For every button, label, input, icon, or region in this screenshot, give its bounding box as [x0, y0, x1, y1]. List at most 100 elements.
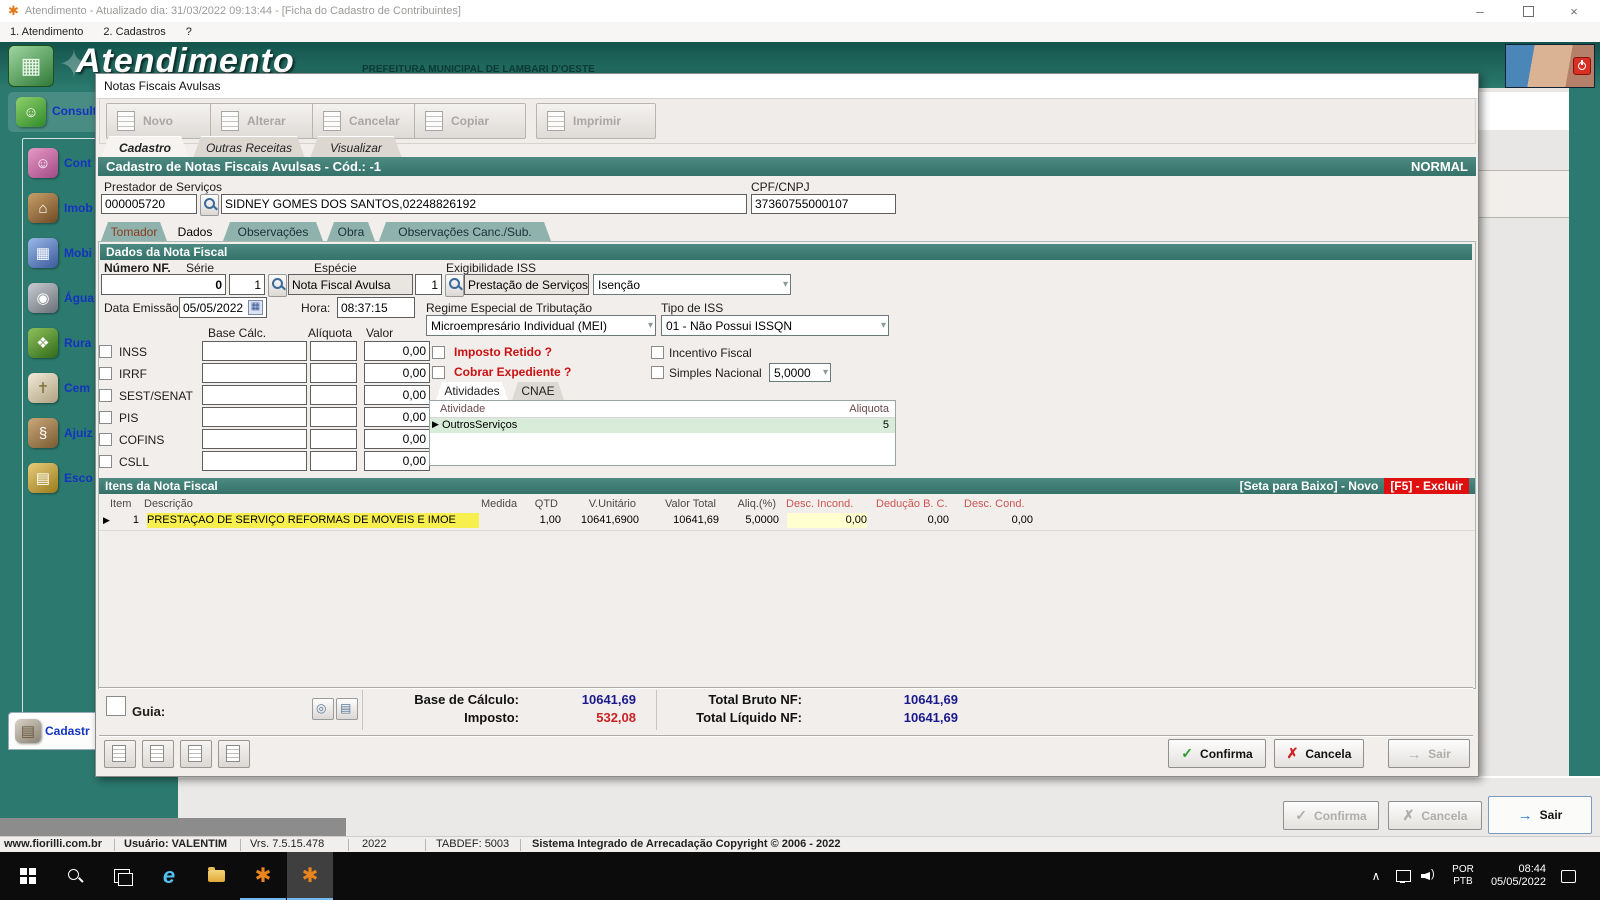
cobrar-expediente-checkbox[interactable] [432, 366, 445, 379]
dropdown-value: Microempresário Individual (MEI) [431, 318, 608, 333]
tab-outras-receitas[interactable]: Outras Receitas [193, 136, 305, 158]
subtab-observacoes[interactable]: Observações [223, 222, 323, 241]
irrf-checkbox[interactable] [99, 367, 112, 380]
power-icon[interactable] [1573, 57, 1591, 75]
inss-aliquota-input[interactable] [310, 341, 357, 361]
sair-button[interactable]: → Sair [1388, 739, 1470, 768]
prestador-code-input[interactable]: 000005720 [101, 194, 197, 214]
parent-sair-button[interactable]: → Sair [1488, 796, 1592, 834]
internet-explorer-button[interactable]: e [146, 852, 192, 900]
irrf-base-input[interactable] [202, 363, 307, 383]
pis-base-input[interactable] [202, 407, 307, 427]
pis-aliquota-input[interactable] [310, 407, 357, 427]
tab-cnae[interactable]: CNAE [512, 382, 564, 400]
serie-search-button[interactable] [268, 274, 287, 297]
notification-icon [1560, 869, 1576, 883]
incentivo-label: Incentivo Fiscal [669, 346, 752, 360]
item-row[interactable]: ▶ 1 PRESTAÇAO DE SERVIÇO REFORMAS DE MOV… [99, 512, 1475, 531]
prestador-name-input[interactable]: SIDNEY GOMES DOS SANTOS,02248826192 [221, 194, 747, 214]
parent-cancela-button[interactable]: ✗ Cancela [1388, 801, 1482, 830]
alterar-button[interactable]: Alterar [210, 103, 324, 139]
simples-valor-dropdown[interactable]: 5,0000 ▾ [769, 363, 831, 382]
prestador-search-button[interactable] [200, 194, 219, 216]
taskbar-search-button[interactable] [52, 852, 98, 900]
minimize-button[interactable]: – [1458, 0, 1502, 22]
volume-tray-button[interactable] [1416, 852, 1444, 900]
serie-input[interactable]: 1 [229, 274, 265, 295]
close-button[interactable]: × [1552, 0, 1596, 22]
sest-valor-input[interactable]: 0,00 [364, 385, 430, 405]
cofins-checkbox[interactable] [99, 433, 112, 446]
guia-zoom-button[interactable]: ◎ [312, 698, 334, 720]
exigibilidade-dropdown[interactable]: Isenção ▾ [593, 274, 791, 295]
cpf-input[interactable]: 37360755000107 [751, 194, 896, 214]
record-nav-button-1[interactable] [104, 740, 136, 768]
language-indicator[interactable]: POR PTB [1446, 852, 1480, 900]
especie-input[interactable]: 1 [415, 274, 442, 295]
cofins-valor-input[interactable]: 0,00 [364, 429, 430, 449]
menu-item-help[interactable]: ? [176, 26, 202, 38]
csll-aliquota-input[interactable] [310, 451, 357, 471]
cancelar-button[interactable]: Cancelar [312, 103, 430, 139]
network-tray-button[interactable] [1390, 852, 1416, 900]
menu-item-atendimento[interactable]: 1. Atendimento [0, 26, 93, 38]
cancela-button[interactable]: ✗ Cancela [1274, 739, 1364, 768]
check-icon: ✓ [1181, 745, 1194, 761]
sest-base-input[interactable] [202, 385, 307, 405]
imposto-retido-checkbox[interactable] [432, 346, 445, 359]
tab-visualizar[interactable]: Visualizar [310, 136, 402, 158]
data-emissao-input[interactable]: 05/05/2022 ▦ [179, 297, 267, 318]
internet-explorer-icon: e [162, 863, 176, 888]
maximize-button[interactable] [1506, 0, 1550, 22]
guia-print-button[interactable]: ▤ [336, 698, 358, 720]
cofins-aliquota-input[interactable] [310, 429, 357, 449]
csll-checkbox[interactable] [99, 455, 112, 468]
especie-label: Espécie [314, 261, 357, 275]
irrf-aliquota-input[interactable] [310, 363, 357, 383]
file-explorer-button[interactable] [193, 852, 239, 900]
clock[interactable]: 08:44 05/05/2022 [1482, 852, 1546, 900]
csll-base-input[interactable] [202, 451, 307, 471]
calendar-icon[interactable]: ▦ [248, 300, 263, 315]
hora-input[interactable]: 08:37:15 [337, 297, 415, 318]
record-nav-button-3[interactable] [180, 740, 212, 768]
tipo-iss-dropdown[interactable]: 01 - Não Possui ISSQN ▾ [661, 315, 889, 336]
incentivo-checkbox[interactable] [651, 346, 664, 359]
sest-aliquota-input[interactable] [310, 385, 357, 405]
copiar-button[interactable]: Copiar [414, 103, 526, 139]
record-nav-button-2[interactable] [142, 740, 174, 768]
start-button[interactable] [5, 852, 51, 900]
menu-item-cadastros[interactable]: 2. Cadastros [93, 26, 175, 38]
tab-atividades[interactable]: Atividades [436, 382, 508, 400]
inss-valor-input[interactable]: 0,00 [364, 341, 430, 361]
regime-dropdown[interactable]: Microempresário Individual (MEI) ▾ [426, 315, 656, 336]
fiorilli-app-button-2[interactable]: ✱ [287, 852, 333, 900]
especie-search-button[interactable] [445, 274, 464, 297]
imprimir-button[interactable]: Imprimir [536, 103, 656, 139]
tray-expand-button[interactable]: ∧ [1362, 852, 1390, 900]
confirma-button[interactable]: ✓ Confirma [1168, 739, 1266, 768]
guia-checkbox[interactable] [106, 696, 126, 716]
task-view-button[interactable] [99, 852, 145, 900]
sest-checkbox[interactable] [99, 389, 112, 402]
inss-base-input[interactable] [202, 341, 307, 361]
subtab-tomador[interactable]: Tomador [101, 222, 167, 241]
tab-cadastro[interactable]: Cadastro [101, 136, 189, 158]
inss-checkbox[interactable] [99, 345, 112, 358]
fiorilli-app-button-1[interactable]: ✱ [240, 852, 286, 900]
subtab-dados[interactable]: Dados [171, 222, 219, 241]
pis-valor-input[interactable]: 0,00 [364, 407, 430, 427]
atividade-row[interactable]: ▶ OutrosServiços 5 [430, 418, 895, 433]
numero-nf-input[interactable]: 0 [101, 274, 226, 295]
cofins-base-input[interactable] [202, 429, 307, 449]
record-nav-button-4[interactable] [218, 740, 250, 768]
parent-confirma-button[interactable]: ✓ Confirma [1283, 801, 1379, 830]
csll-valor-input[interactable]: 0,00 [364, 451, 430, 471]
subtab-obra[interactable]: Obra [327, 222, 375, 241]
subtab-observacoes-canc[interactable]: Observações Canc./Sub. [379, 222, 551, 241]
pis-checkbox[interactable] [99, 411, 112, 424]
novo-button[interactable]: Novo [106, 103, 214, 139]
irrf-valor-input[interactable]: 0,00 [364, 363, 430, 383]
simples-checkbox[interactable] [651, 366, 664, 379]
action-center-button[interactable] [1552, 852, 1584, 900]
